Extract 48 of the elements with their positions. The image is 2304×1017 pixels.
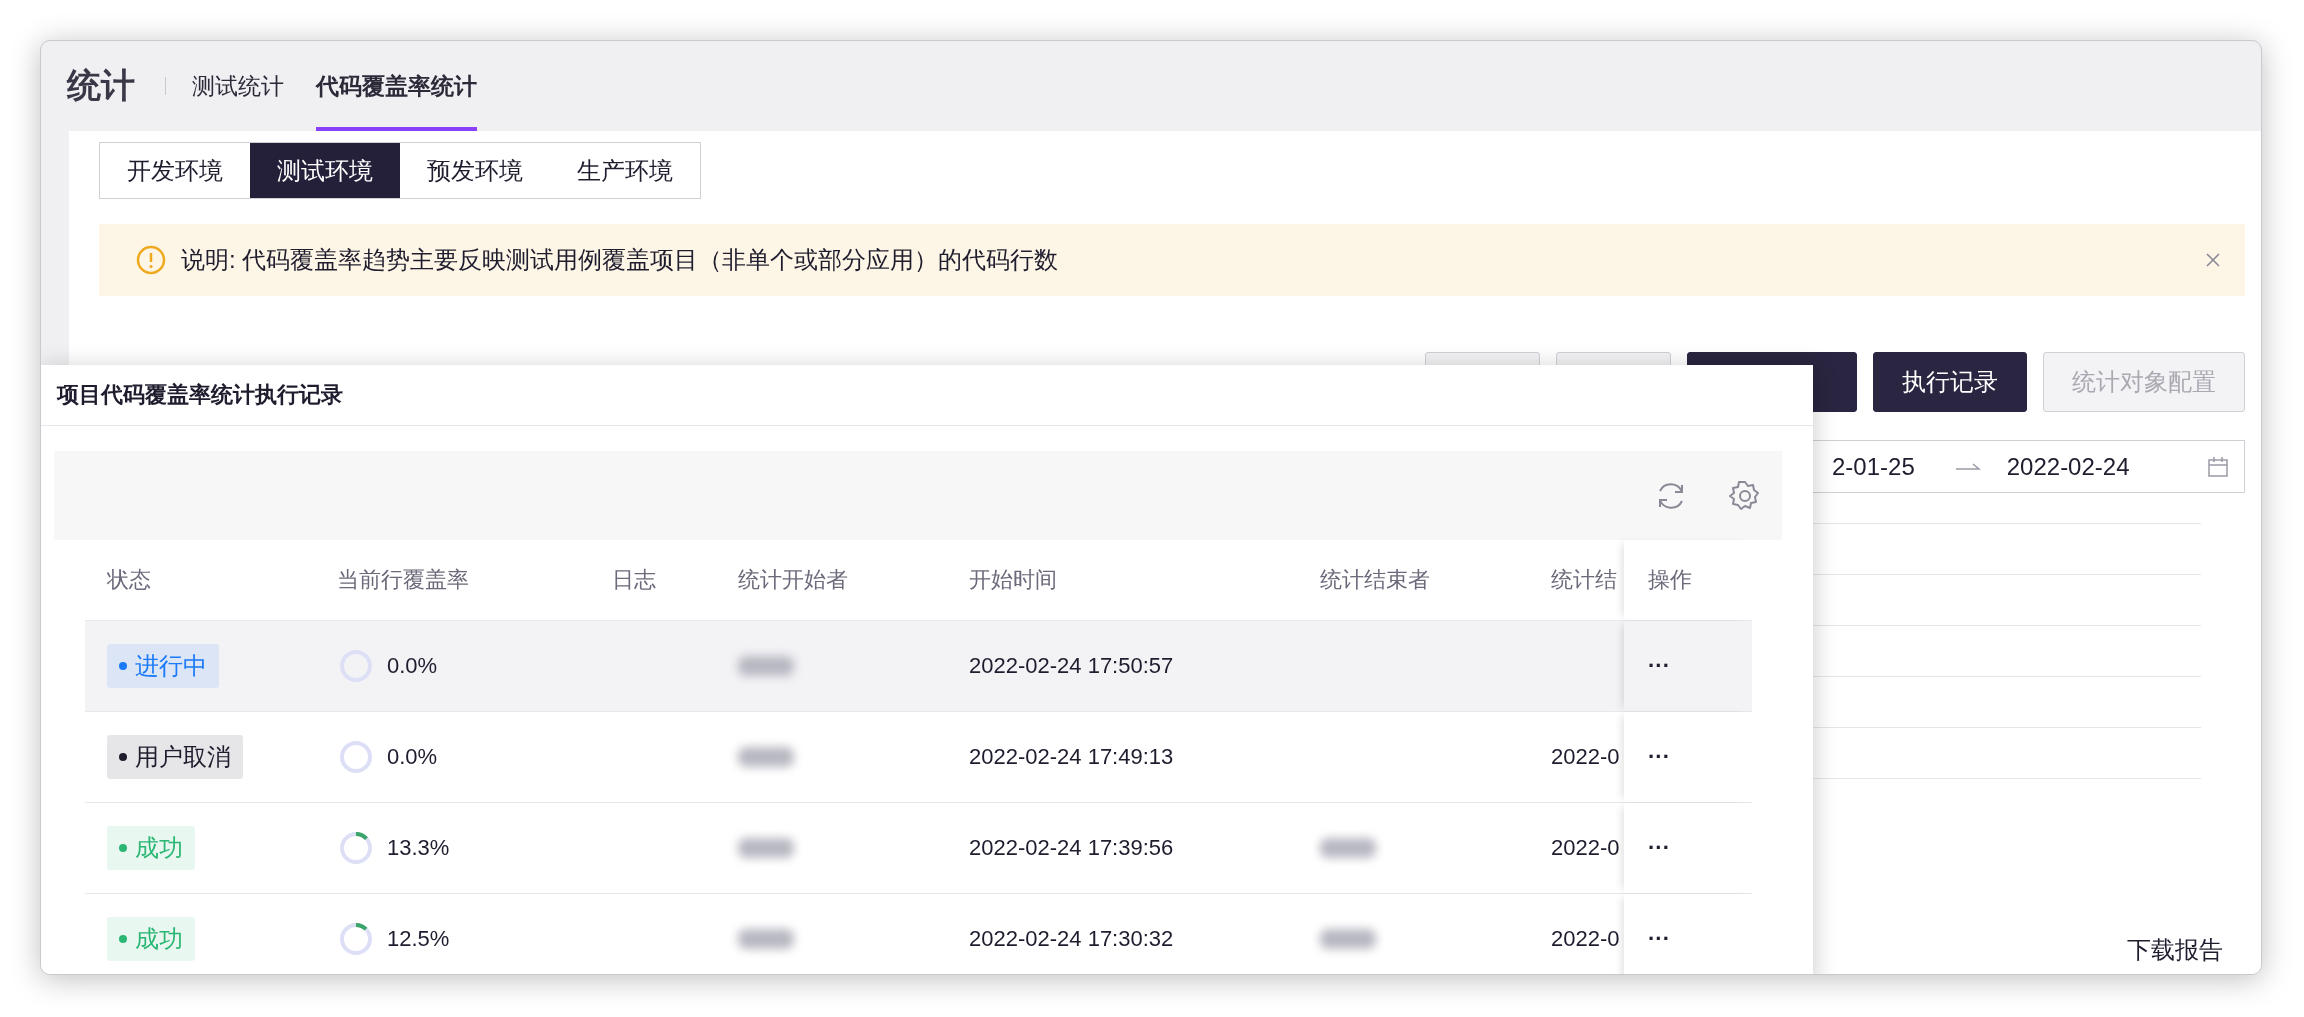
start-time: 2022-02-24 17:30:32 [969, 926, 1174, 952]
page-title: 统计 [67, 65, 135, 106]
coverage-value: 0.0% [387, 653, 438, 679]
download-report-link[interactable]: 下载报告 [2127, 934, 2223, 966]
progress-ring [337, 829, 375, 867]
start-time: 2022-02-24 17:39:56 [969, 835, 1174, 861]
column-header: 统计结束者 [1319, 566, 1431, 594]
more-menu[interactable]: ··· [1648, 926, 1670, 952]
column-header: 状态 [106, 566, 152, 594]
column-header: 当前行覆盖率 [336, 566, 470, 594]
column-header: 统计开始者 [737, 566, 849, 594]
column-header: 日志 [611, 566, 657, 594]
start-time: 2022-02-24 17:50:57 [969, 653, 1174, 679]
blurred-name [1320, 929, 1376, 949]
calendar-icon[interactable] [2206, 454, 2230, 479]
status-tag: 成功 [107, 826, 195, 870]
coverage-value: 13.3% [387, 835, 450, 861]
popover-title: 项目代码覆盖率统计执行记录 [57, 381, 343, 409]
end-time: 2022-0 [1551, 926, 1620, 952]
blurred-name [738, 747, 794, 767]
end-time: 2022-0 [1551, 744, 1620, 770]
end-time: 2022-0 [1551, 835, 1620, 861]
end-date: 2022-02-24 [2006, 452, 2131, 481]
coverage-value: 12.5% [387, 926, 450, 952]
more-menu[interactable]: ··· [1648, 835, 1670, 861]
blurred-name [738, 838, 794, 858]
environment-tab[interactable]: 测试环境 [250, 143, 400, 198]
action-button[interactable]: 执行记录 [1873, 352, 2027, 412]
blurred-name [738, 656, 794, 676]
status-tag: 进行中 [107, 644, 219, 688]
settings-icon[interactable] [1728, 478, 1762, 513]
progress-ring [337, 920, 375, 958]
more-menu[interactable]: ··· [1648, 653, 1670, 679]
start-date: 2-01-25 [1832, 452, 1915, 481]
status-tag: 用户取消 [107, 735, 243, 779]
more-menu[interactable]: ··· [1648, 744, 1670, 770]
status-tag: 成功 [107, 917, 195, 961]
start-time: 2022-02-24 17:49:13 [969, 744, 1174, 770]
blurred-name [1320, 838, 1376, 858]
column-header: 操作 [1624, 540, 1752, 620]
warning-icon [135, 244, 167, 276]
notice-text: 说明: 代码覆盖率趋势主要反映测试用例覆盖项目（非单个或部分应用）的代码行数 [181, 245, 1060, 275]
progress-ring [337, 738, 375, 776]
nav-tab[interactable]: 测试统计 [192, 41, 284, 131]
blurred-name [738, 929, 794, 949]
coverage-value: 0.0% [387, 744, 438, 770]
column-header: 开始时间 [968, 566, 1058, 594]
column-header: 统计结 [1550, 566, 1618, 594]
